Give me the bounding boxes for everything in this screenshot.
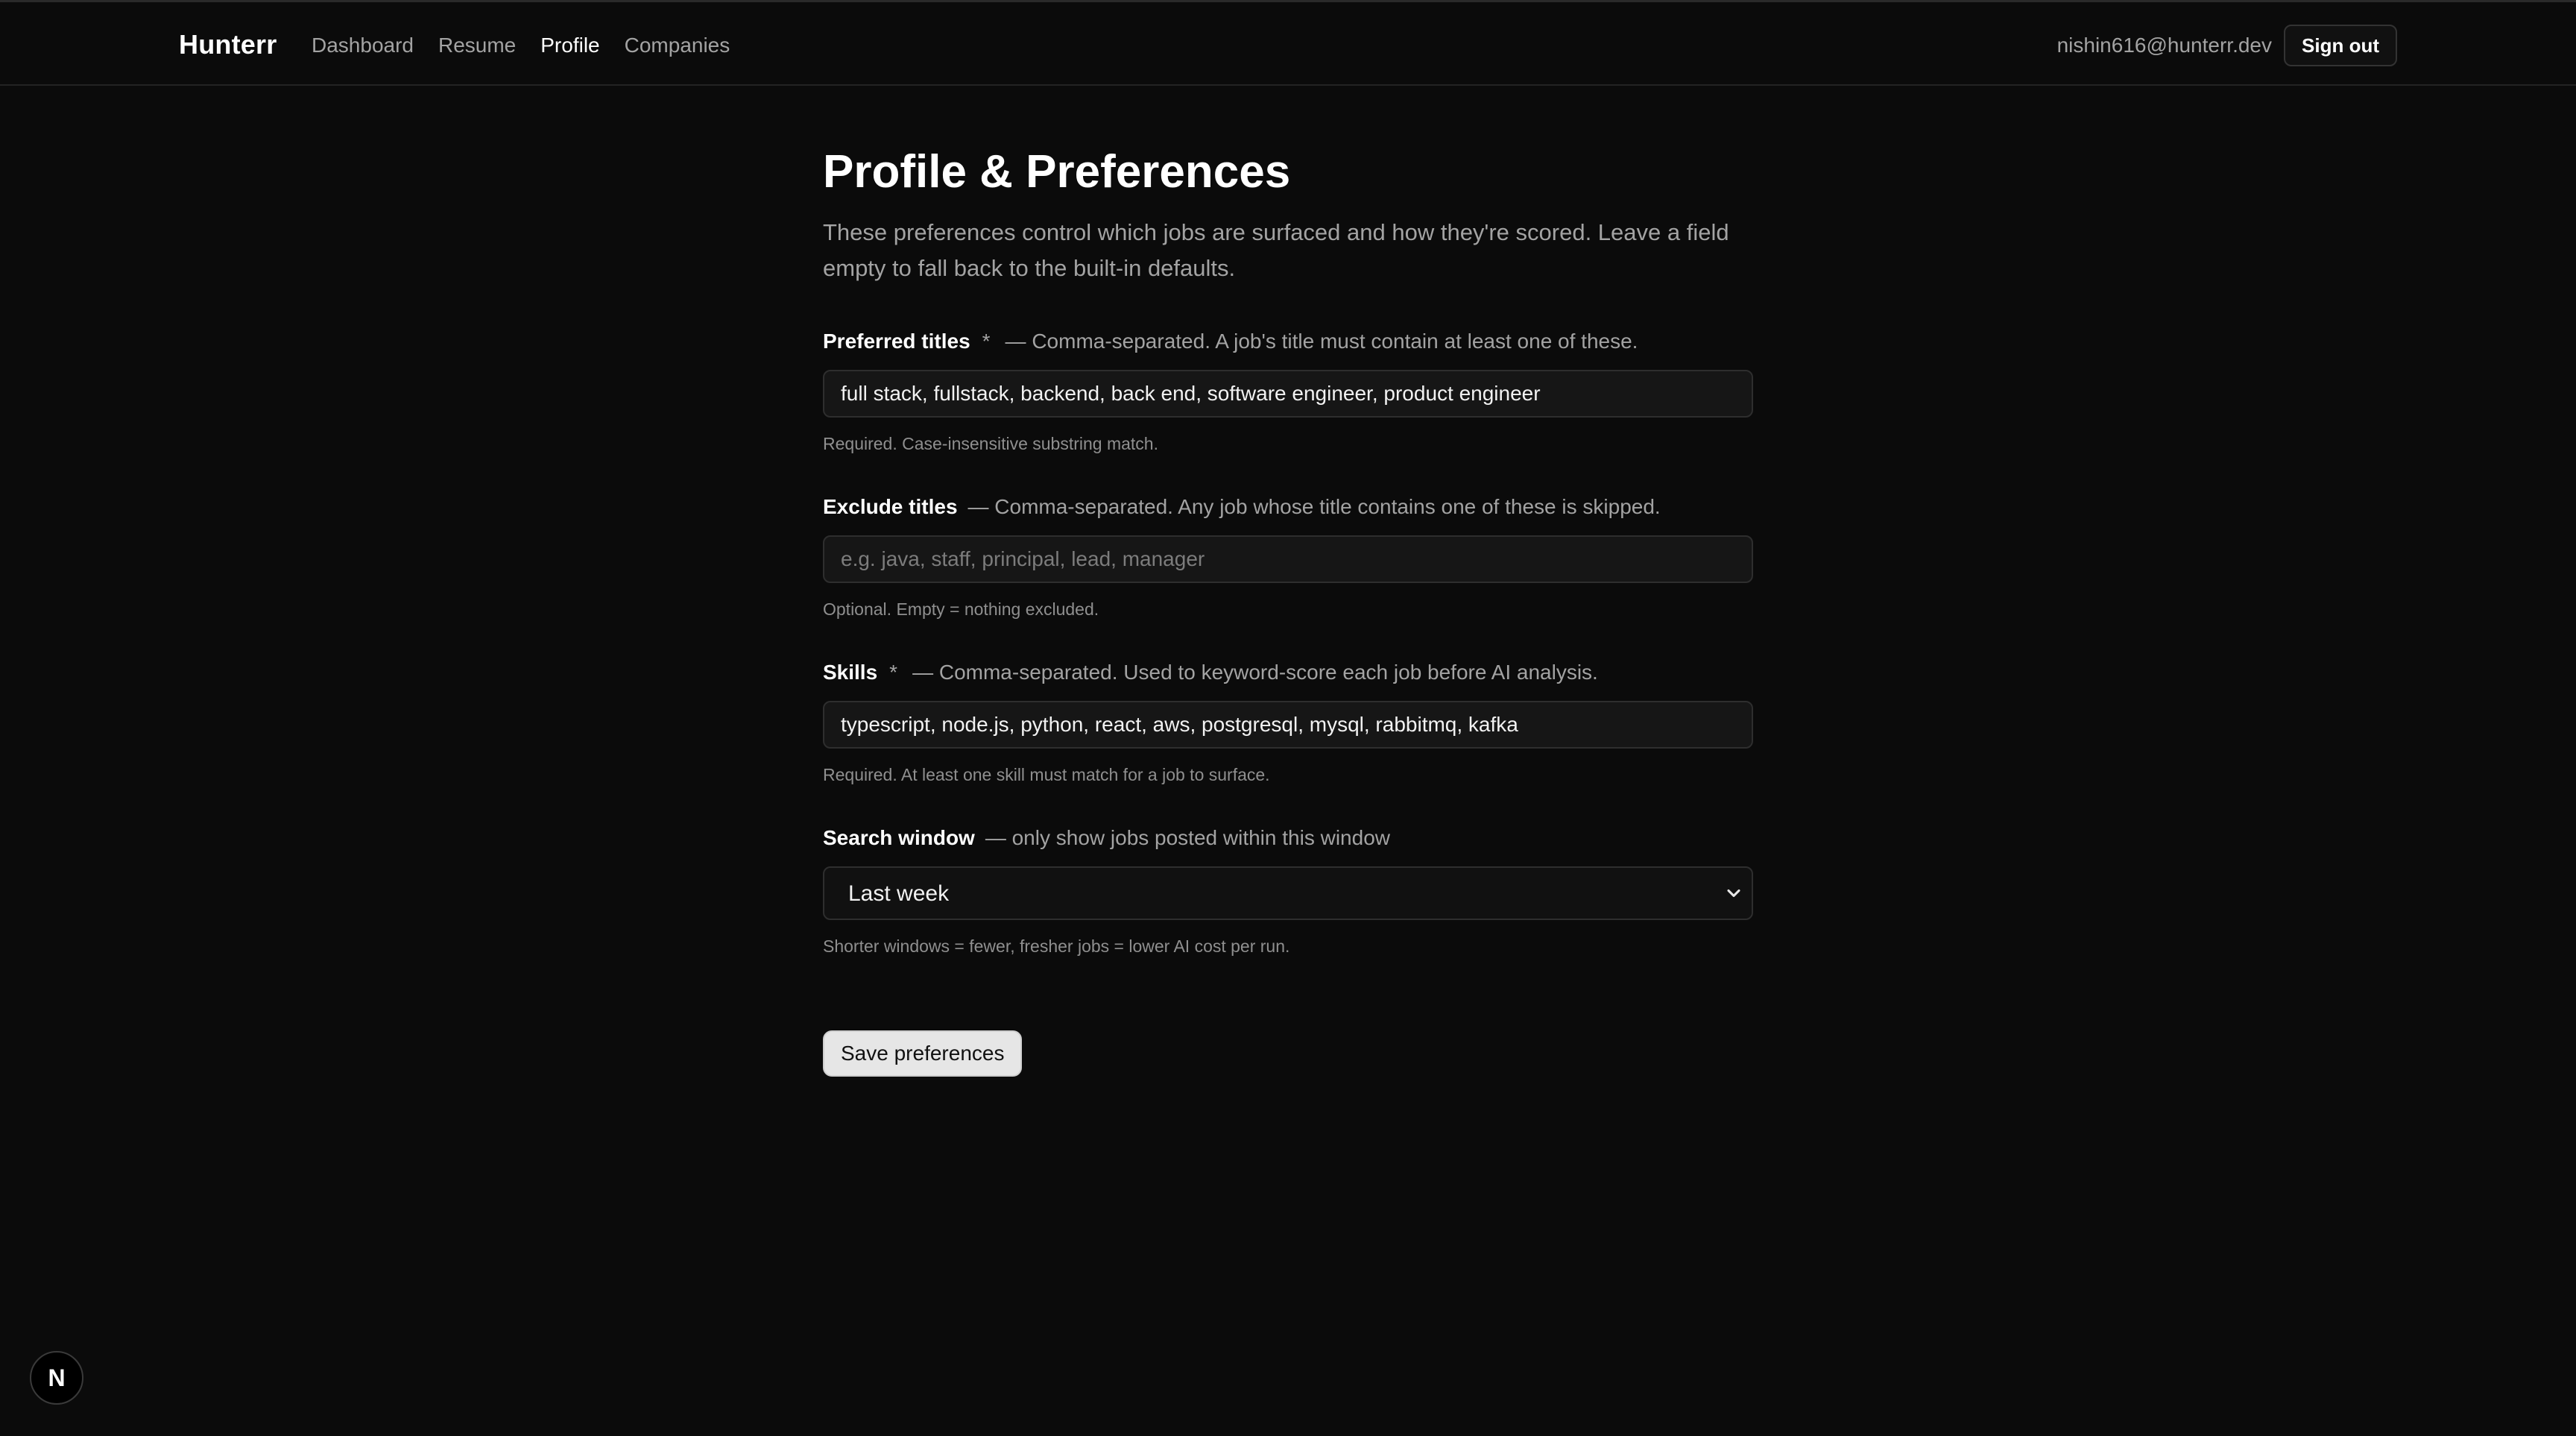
preferred-titles-label-row: Preferred titles * — Comma-separated. A jo…: [823, 328, 1753, 355]
top-navigation-bar: Hunterr Dashboard Resume Profile Compani…: [0, 0, 2576, 86]
chevron-down-icon: [1727, 889, 1740, 898]
brand-logo[interactable]: Hunterr: [179, 29, 277, 60]
page-description: These preferences control which jobs are…: [823, 219, 1729, 281]
search-window-selected-value: Last week: [848, 881, 950, 906]
preferred-titles-label: Preferred titles: [823, 330, 970, 353]
search-window-help: Shorter windows = fewer, fresher jobs = …: [823, 936, 1290, 956]
preferred-titles-field: Preferred titles * — Comma-separated. A jo…: [823, 328, 1753, 455]
search-window-label-row: Search window — only show jobs posted wit…: [823, 825, 1753, 851]
preferred-titles-help: Required. Case-insensitive substring mat…: [823, 434, 1158, 453]
user-email: nishin616@hunterr.dev: [2056, 34, 2272, 57]
sign-out-button[interactable]: Sign out: [2284, 25, 2397, 66]
required-marker: *: [982, 330, 991, 353]
nextjs-logo-icon[interactable]: N: [30, 1351, 83, 1405]
main-nav: Dashboard Resume Profile Companies: [312, 34, 730, 57]
page-title: Profile & Preferences: [823, 146, 1291, 198]
exclude-titles-field: Exclude titles — Comma-separated. Any job…: [823, 494, 1753, 620]
search-window-field: Search window — only show jobs posted wit…: [823, 825, 1753, 957]
dev-badge-letter: N: [48, 1364, 66, 1391]
save-preferences-button[interactable]: Save preferences: [823, 1030, 1023, 1077]
preferred-titles-hint: — Comma-separated. A job's title must co…: [1005, 330, 1638, 353]
exclude-titles-label-row: Exclude titles — Comma-separated. Any job…: [823, 494, 1753, 520]
skills-label-row: Skills * — Comma-separated. Used to keywor…: [823, 659, 1753, 686]
skills-input[interactable]: [823, 701, 1753, 749]
search-window-select[interactable]: Last week: [823, 866, 1753, 920]
skills-hint: — Comma-separated. Used to keyword-score…: [912, 661, 1598, 684]
exclude-titles-input[interactable]: [823, 535, 1753, 583]
nav-link-profile[interactable]: Profile: [540, 34, 599, 57]
search-window-hint: — only show jobs posted within this wind…: [985, 826, 1390, 849]
skills-help: Required. At least one skill must match …: [823, 765, 1270, 784]
nav-link-companies[interactable]: Companies: [625, 34, 730, 57]
nav-link-dashboard[interactable]: Dashboard: [312, 34, 414, 57]
preferred-titles-input[interactable]: [823, 370, 1753, 418]
exclude-titles-hint: — Comma-separated. Any job whose title c…: [967, 495, 1661, 518]
search-window-label: Search window: [823, 826, 975, 849]
exclude-titles-label: Exclude titles: [823, 495, 958, 518]
required-marker: *: [889, 661, 898, 684]
exclude-titles-help: Optional. Empty = nothing excluded.: [823, 599, 1099, 619]
skills-label: Skills: [823, 661, 878, 684]
skills-field: Skills * — Comma-separated. Used to keywor…: [823, 659, 1753, 786]
profile-form-container: Profile & Preferences These preferences …: [823, 142, 1753, 957]
nav-link-resume[interactable]: Resume: [438, 34, 516, 57]
